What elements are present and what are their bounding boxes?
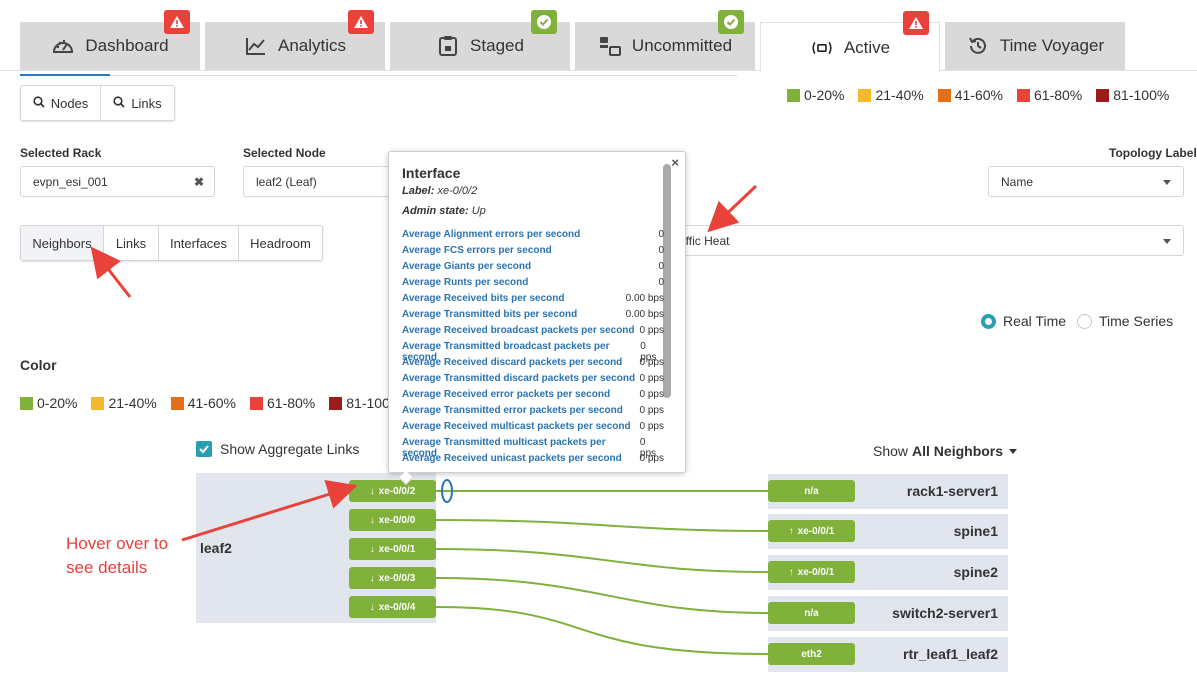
annotation-arrows [90,184,758,542]
arrow-neighbors [90,246,132,298]
annotation-text: Hover over to see details [66,534,169,577]
arrow-port [181,480,358,542]
arrow-overlay [707,184,758,233]
